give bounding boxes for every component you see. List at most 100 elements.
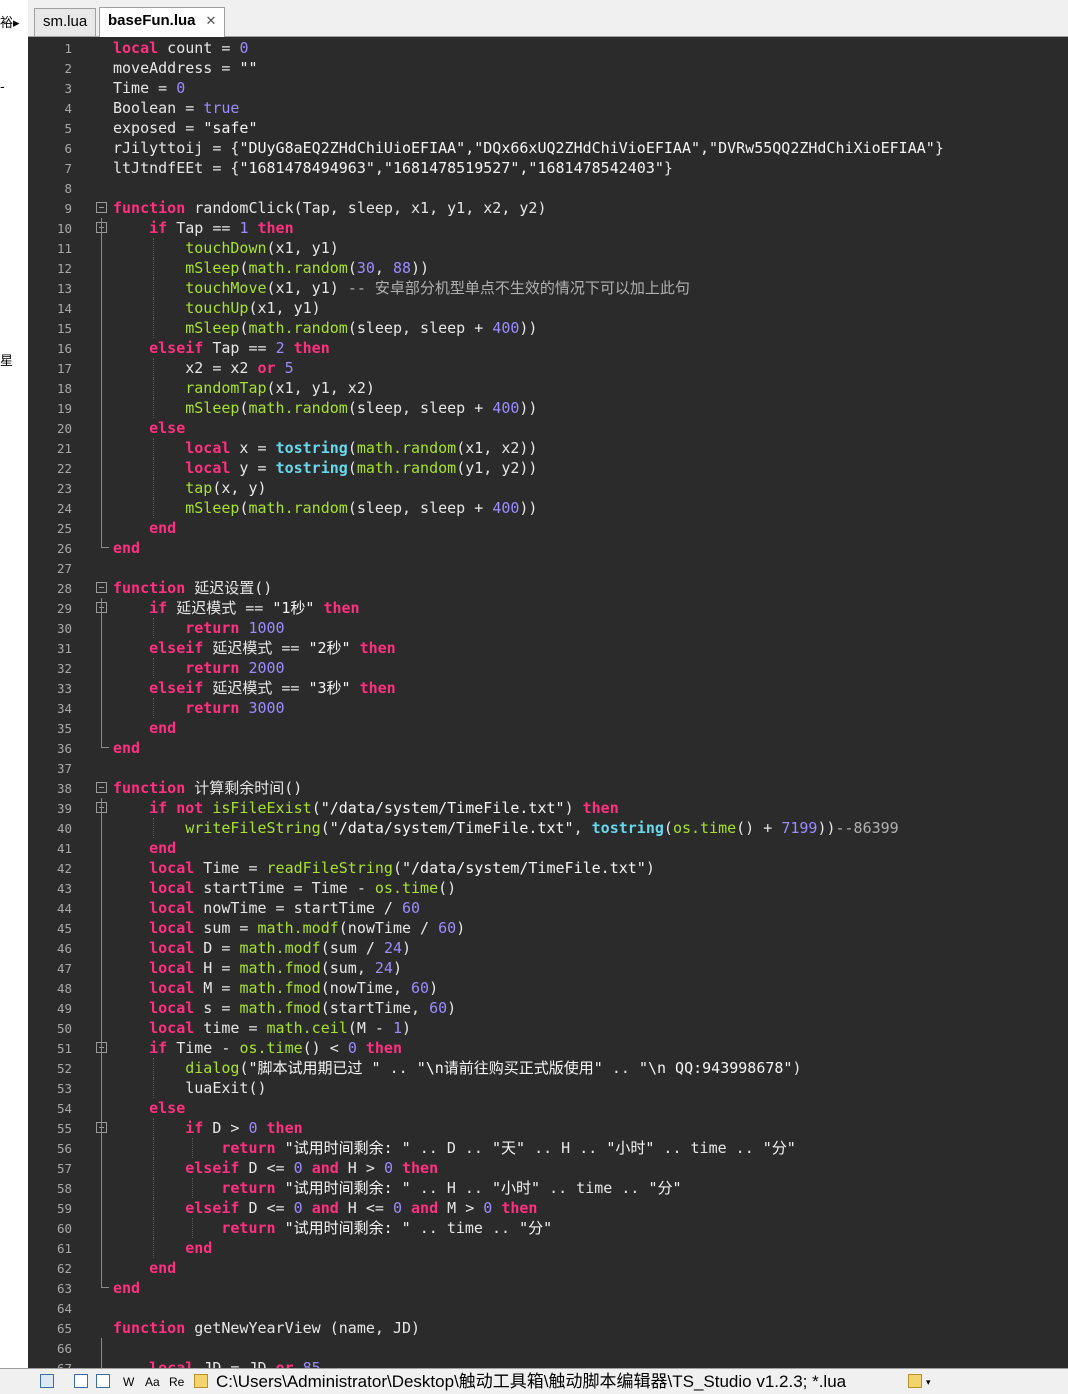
code-line[interactable]: 31 elseif 延迟模式 == "2秒" then [28,638,1068,658]
code-line[interactable]: 6 rJilyttoij = {"DUyG8aEQ2ZHdChiUioEFIAA"… [28,138,1068,158]
code-line[interactable]: 61 end [28,1238,1068,1258]
code-line[interactable]: 56 return "试用时间剩余: " .. D .. "天" .. H ..… [28,1138,1068,1158]
code-line[interactable]: 46 local D = math.modf(sum / 24) [28,938,1068,958]
open-folder-icon[interactable] [908,1374,922,1388]
code-line[interactable]: 41 end [28,838,1068,858]
code-line[interactable]: 67 local JD = JD or 85 [28,1358,1068,1368]
code-line[interactable]: 66 [28,1338,1068,1358]
code-line[interactable]: 48 local M = math.fmod(nowTime, 60) [28,978,1068,998]
code-line[interactable]: 8 [28,178,1068,198]
code-line[interactable]: 32 return 2000 [28,658,1068,678]
regex-toggle[interactable]: Re [169,1373,184,1391]
code-line[interactable]: 22 local y = tostring(math.random(y1, y2… [28,458,1068,478]
code-line[interactable]: 24 mSleep(math.random(sleep, sleep + 400… [28,498,1068,518]
code-line[interactable]: 59 elseif D <= 0 and H <= 0 and M > 0 th… [28,1198,1068,1218]
code-line[interactable]: 37 [28,758,1068,778]
code-line[interactable]: 14 touchUp(x1, y1) [28,298,1068,318]
fold-toggle-icon[interactable] [96,582,107,593]
code-line[interactable]: 50 local time = math.ceil(M - 1) [28,1018,1068,1038]
code-line[interactable]: 9 function randomClick(Tap, sleep, x1, y1… [28,198,1068,218]
folder-icon[interactable] [194,1374,208,1388]
code-line[interactable]: 40 writeFileString("/data/system/TimeFil… [28,818,1068,838]
chevron-down-icon[interactable]: ▾ [926,1373,931,1391]
match-case-toggle[interactable]: Aa [145,1373,160,1391]
code-line[interactable]: 62 end [28,1258,1068,1278]
code-line[interactable]: 33 elseif 延迟模式 == "3秒" then [28,678,1068,698]
code-token: Time = [113,79,177,97]
code-line[interactable]: 58 return "试用时间剩余: " .. H .. "小时" .. tim… [28,1178,1068,1198]
code-line[interactable]: 7 ltJtndfEEt = {"1681478494963","16814785… [28,158,1068,178]
code-token: math.random [248,399,348,417]
code-text: tap(x, y) [113,478,266,498]
code-line[interactable]: 64 [28,1298,1068,1318]
code-line[interactable]: 18 randomTap(x1, y1, x2) [28,378,1068,398]
close-icon[interactable]: ✕ [206,13,217,28]
code-line[interactable]: 54 else [28,1098,1068,1118]
code-line[interactable]: 11 touchDown(x1, y1) [28,238,1068,258]
code-token: M > [438,1199,484,1217]
code-line[interactable]: 23 tap(x, y) [28,478,1068,498]
code-line[interactable]: 1 local count = 0 [28,38,1068,58]
code-editor[interactable]: 1 local count = 0 2 moveAddress = "" 3 Time =… [28,37,1068,1368]
code-line[interactable]: 44 local nowTime = startTime / 60 [28,898,1068,918]
code-line[interactable]: 17 x2 = x2 or 5 [28,358,1068,378]
code-line[interactable]: 19 mSleep(math.random(sleep, sleep + 400… [28,398,1068,418]
line-mode-icon[interactable] [74,1374,88,1388]
code-line[interactable]: 13 touchMove(x1, y1) -- 安卓部分机型单点不生效的情况下可… [28,278,1068,298]
code-text: local nowTime = startTime / 60 [113,898,420,918]
fold-toggle-icon[interactable] [96,202,107,213]
code-line[interactable]: 16 elseif Tap == 2 then [28,338,1068,358]
match-word-toggle[interactable]: W [123,1373,134,1391]
code-line[interactable]: 5 exposed = "safe" [28,118,1068,138]
code-line[interactable]: 51 if Time - os.time() < 0 then [28,1038,1068,1058]
fold-end-marker [101,1278,109,1288]
code-line[interactable]: 21 local x = tostring(math.random(x1, x2… [28,438,1068,458]
code-line[interactable]: 12 mSleep(math.random(30, 88)) [28,258,1068,278]
left-status-area [0,1368,28,1394]
window-icon[interactable] [96,1374,110,1388]
code-line[interactable]: 53 luaExit() [28,1078,1068,1098]
code-line[interactable]: 25 end [28,518,1068,538]
code-line[interactable]: 39 if not isFileExist("/data/system/Time… [28,798,1068,818]
file-path-field[interactable]: C:\Users\Administrator\Desktop\触动工具箱\触动脚… [216,1371,846,1393]
code-line[interactable]: 38 function 计算剩余时间() [28,778,1068,798]
code-token: sum = [194,919,258,937]
code-line[interactable]: 52 dialog("脚本试用期已过 " .. "\n请前往购买正式版使用" .… [28,1058,1068,1078]
code-line[interactable]: 45 local sum = math.modf(nowTime / 60) [28,918,1068,938]
code-line[interactable]: 26 end [28,538,1068,558]
code-line[interactable]: 60 return "试用时间剩余: " .. time .. "分" [28,1218,1068,1238]
code-line[interactable]: 30 return 1000 [28,618,1068,638]
code-line[interactable]: 29 if 延迟模式 == "1秒" then [28,598,1068,618]
code-line[interactable]: 47 local H = math.fmod(sum, 24) [28,958,1068,978]
code-line[interactable]: 15 mSleep(math.random(sleep, sleep + 400… [28,318,1068,338]
line-number: 62 [56,1261,72,1276]
tab-basefun-lua[interactable]: baseFun.lua ✕ [99,7,226,37]
code-line[interactable]: 10 if Tap == 1 then [28,218,1068,238]
code-line[interactable]: 3 Time = 0 [28,78,1068,98]
find-icon[interactable] [40,1374,54,1388]
left-panel-fragment: 裕▸ [0,16,20,31]
code-line[interactable]: 55 if D > 0 then [28,1118,1068,1138]
code-text: end [113,1258,176,1278]
code-line[interactable]: 4 Boolean = true [28,98,1068,118]
code-line[interactable]: 42 local Time = readFileString("/data/sy… [28,858,1068,878]
code-line[interactable]: 2 moveAddress = "" [28,58,1068,78]
code-line[interactable]: 36 end [28,738,1068,758]
code-line[interactable]: 20 else [28,418,1068,438]
code-line[interactable]: 27 [28,558,1068,578]
code-line[interactable]: 57 elseif D <= 0 and H > 0 then [28,1158,1068,1178]
code-line[interactable]: 65 function getNewYearView (name, JD) [28,1318,1068,1338]
code-line[interactable]: 35 end [28,718,1068,738]
code-token: mSleep [185,399,240,417]
code-line[interactable]: 34 return 3000 [28,698,1068,718]
fold-toggle-icon[interactable] [96,782,107,793]
code-token: if [149,1039,168,1057]
code-line[interactable]: 43 local startTime = Time - os.time() [28,878,1068,898]
code-line[interactable]: 63 end [28,1278,1068,1298]
code-line[interactable]: 28 function 延迟设置() [28,578,1068,598]
code-line[interactable]: 49 local s = math.fmod(startTime, 60) [28,998,1068,1018]
code-token: .. D .. [410,1139,492,1157]
tab-sm-lua[interactable]: sm.lua [34,8,97,36]
